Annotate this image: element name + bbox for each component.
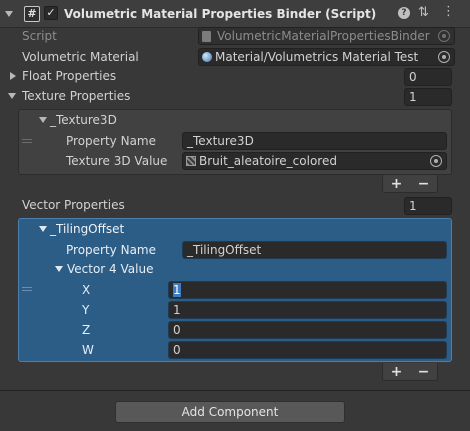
material-label: Volumetric Material xyxy=(22,50,139,64)
component-foldout-arrow-icon[interactable] xyxy=(5,11,13,17)
vector-x-field[interactable]: 1 xyxy=(168,281,447,299)
vector-z-field[interactable]: 0 xyxy=(168,321,447,339)
context-menu-icon[interactable]: ⋮ xyxy=(442,4,455,19)
texture-props-count-value: 1 xyxy=(409,90,417,104)
script-field: VolumetricMaterialPropertiesBinder xyxy=(198,27,455,45)
vector-w-label[interactable]: W xyxy=(82,342,94,358)
texture-props-count[interactable]: 1 xyxy=(404,88,452,106)
material-field-value: Material/Volumetrics Material Test xyxy=(215,50,419,64)
texture-props-label[interactable]: Texture Properties xyxy=(22,88,130,104)
float-props-label[interactable]: Float Properties xyxy=(22,68,116,84)
script-icon-glyph: # xyxy=(27,7,37,20)
texture-asset-icon xyxy=(186,156,196,166)
vector-z-label[interactable]: Z xyxy=(82,322,90,338)
script-label: Script xyxy=(22,29,57,43)
vector-z-value: 0 xyxy=(173,323,181,337)
texture-property-name-value: _Texture3D xyxy=(187,134,254,148)
component-header: # ✓ Volumetric Material Properties Binde… xyxy=(0,0,470,28)
texture-element-drag-handle-icon[interactable] xyxy=(22,139,32,145)
vector-element-drag-handle-icon[interactable] xyxy=(22,287,32,293)
texture-property-name-label: Property Name xyxy=(66,134,156,148)
vector-y-field[interactable]: 1 xyxy=(168,301,447,319)
float-props-foldout-icon[interactable] xyxy=(10,72,16,80)
material-sphere-icon xyxy=(202,52,212,62)
texture-value-field[interactable]: Bruit_aleatoire_colored xyxy=(182,152,447,170)
presets-icon[interactable]: ⇅ xyxy=(418,5,429,20)
vector-y-value: 1 xyxy=(173,303,181,317)
texture-add-button[interactable]: + xyxy=(391,176,403,192)
texture-value-text: Bruit_aleatoire_colored xyxy=(199,154,337,168)
help-icon[interactable]: ? xyxy=(398,7,410,19)
inspector-divider xyxy=(0,390,470,391)
vector-x-value: 1 xyxy=(173,283,181,297)
enable-checkbox[interactable]: ✓ xyxy=(44,6,58,20)
component-title: Volumetric Material Properties Binder (S… xyxy=(64,7,377,21)
texture-picker-icon[interactable] xyxy=(430,155,442,167)
texture-property-name-field[interactable]: _Texture3D xyxy=(182,132,447,150)
vector-w-value: 0 xyxy=(173,343,181,357)
texture-element-foldout-icon[interactable] xyxy=(39,117,47,123)
vector-element-title[interactable]: _TilingOffset xyxy=(50,221,124,237)
vector-props-label[interactable]: Vector Properties xyxy=(22,197,125,213)
material-picker-icon[interactable] xyxy=(438,51,450,63)
float-props-count-value: 0 xyxy=(409,70,417,84)
script-picker-icon xyxy=(438,30,450,42)
vector-x-label[interactable]: X xyxy=(82,282,90,298)
vector-property-name-label: Property Name xyxy=(66,243,156,257)
vector4-foldout-icon[interactable] xyxy=(55,266,63,272)
vector-props-count[interactable]: 1 xyxy=(404,197,452,215)
texture-list-buttons: + − xyxy=(382,175,438,193)
vector-element-foldout-icon[interactable] xyxy=(39,226,47,232)
vector-property-name-value: _TilingOffset xyxy=(187,243,262,257)
vector-props-count-value: 1 xyxy=(409,199,417,213)
texture-value-label: Texture 3D Value xyxy=(66,154,168,168)
vector-property-name-field[interactable]: _TilingOffset xyxy=(182,241,447,259)
vector-y-label[interactable]: Y xyxy=(82,302,89,318)
texture-remove-button[interactable]: − xyxy=(418,176,430,192)
script-field-value: VolumetricMaterialPropertiesBinder xyxy=(217,29,430,43)
add-component-button[interactable]: Add Component xyxy=(115,401,345,423)
vector-add-button[interactable]: + xyxy=(391,364,403,380)
vector4-label[interactable]: Vector 4 Value xyxy=(67,261,153,277)
material-field[interactable]: Material/Volumetrics Material Test xyxy=(198,48,455,66)
texture-element-title[interactable]: _Texture3D xyxy=(50,112,117,128)
float-props-count[interactable]: 0 xyxy=(404,68,452,86)
vector-w-field[interactable]: 0 xyxy=(168,341,447,359)
script-icon: # xyxy=(24,6,40,22)
texture-props-foldout-icon[interactable] xyxy=(8,93,16,99)
vector-remove-button[interactable]: − xyxy=(418,364,430,380)
script-file-icon xyxy=(202,31,211,42)
vector-list-buttons: + − xyxy=(382,363,438,381)
